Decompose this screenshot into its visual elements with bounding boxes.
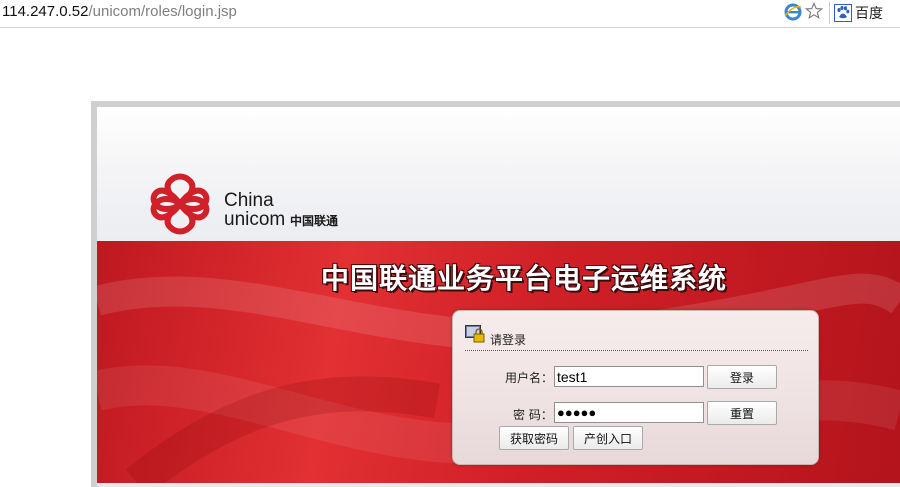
login-panel-header: 请登录: [465, 321, 808, 351]
create-entry-button[interactable]: 产创入口: [573, 426, 643, 450]
toolbar-divider: [829, 2, 830, 24]
search-engine-button[interactable]: 百度: [834, 2, 883, 24]
china-unicom-logo: China unicom 中国联通: [150, 173, 338, 235]
login-panel: 请登录 用户名： test1 登录 密 码： ●●●●● 重置 获取密码 产创入…: [452, 310, 819, 465]
url-field[interactable]: 114.247.0.52/unicom/roles/login.jsp: [2, 3, 237, 20]
lock-icon: [465, 325, 485, 343]
logo-cn-text: 中国联通: [290, 213, 338, 228]
url-path: /unicom/roles/login.jsp: [88, 3, 237, 20]
login-panel-title: 请登录: [490, 333, 527, 347]
search-engine-label: 百度: [855, 6, 883, 22]
page-frame: China unicom 中国联通 中国联通业务平台电子运维系统 请登录 用户名…: [91, 101, 900, 487]
reset-button[interactable]: 重置: [707, 401, 777, 425]
logo-china-text: China: [224, 190, 274, 211]
username-input[interactable]: test1: [554, 366, 704, 387]
system-title: 中国联通业务平台电子运维系统: [321, 262, 728, 295]
footer-strip: [97, 483, 900, 487]
favorite-star-icon[interactable]: [805, 2, 823, 20]
header-area: China unicom 中国联通: [97, 107, 900, 241]
url-host: 114.247.0.52: [2, 3, 89, 20]
baidu-paw-icon: [834, 4, 852, 22]
login-page: China unicom 中国联通 中国联通业务平台电子运维系统 请登录 用户名…: [97, 107, 900, 487]
login-button[interactable]: 登录: [707, 365, 777, 389]
get-password-button[interactable]: 获取密码: [499, 426, 569, 450]
username-label: 用户名：: [505, 371, 554, 385]
password-input[interactable]: ●●●●●: [554, 402, 704, 423]
logo-unicom-text: unicom: [224, 209, 285, 230]
password-label: 密 码：: [513, 408, 553, 422]
refresh-icon[interactable]: [784, 3, 802, 21]
browser-address-bar: 114.247.0.52/unicom/roles/login.jsp 百度: [0, 0, 900, 28]
